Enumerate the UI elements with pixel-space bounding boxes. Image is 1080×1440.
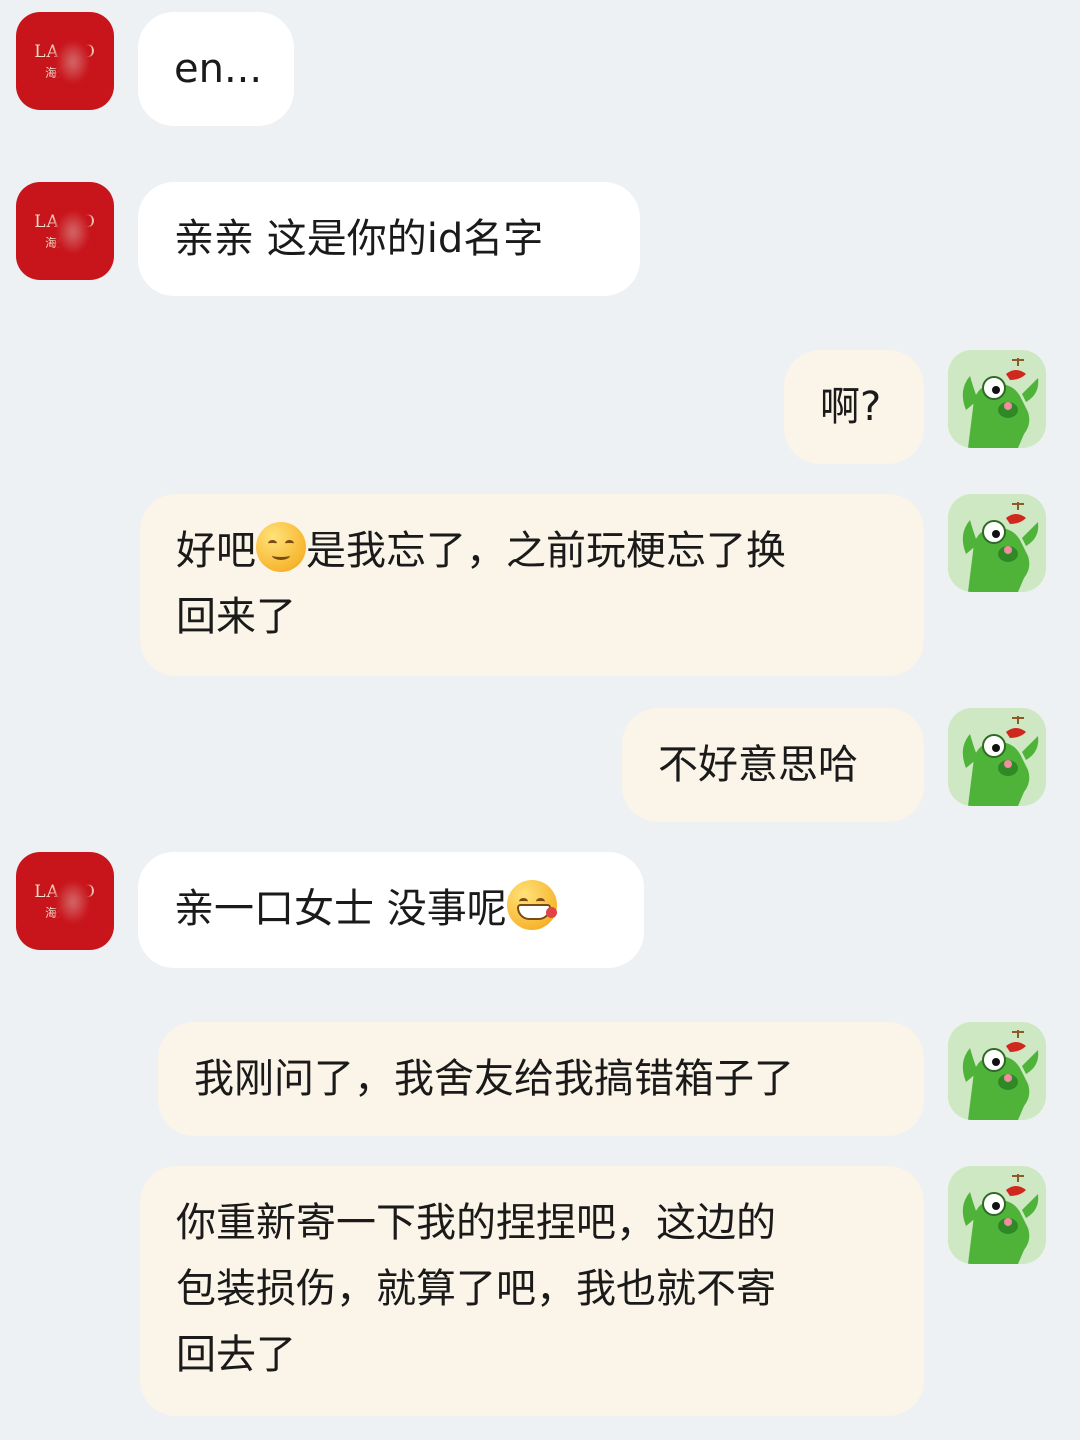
message-bubble-outgoing[interactable]: 你重新寄一下我的捏捏吧，这边的 包装损伤，就算了吧，我也就不寄 回去了 (140, 1166, 924, 1416)
message-bubble-incoming[interactable]: en... (138, 12, 294, 126)
blurred-region (56, 880, 90, 924)
cactus-sticker-icon (948, 494, 1046, 592)
disappointed-face-emoji (256, 522, 306, 572)
user-avatar[interactable] (948, 1022, 1046, 1120)
store-avatar[interactable]: LA DO 海外 店 (16, 852, 114, 950)
message-bubble-outgoing[interactable]: 好吧 是我忘了，之前玩梗忘了换 回来了 (140, 494, 924, 676)
message-line: 好吧 是我忘了，之前玩梗忘了换 (176, 518, 888, 584)
message-line: 你重新寄一下我的捏捏吧，这边的 (176, 1200, 776, 1246)
message-text: 我刚问了，我舍友给我搞错箱子了 (194, 1056, 794, 1102)
cactus-sticker-icon (948, 1022, 1046, 1120)
message-bubble-outgoing[interactable]: 啊? (784, 350, 924, 464)
message-bubble-incoming[interactable]: 亲亲 这是你的id名字 (138, 182, 640, 296)
message-text: 亲亲 这是你的id名字 (174, 216, 544, 262)
cactus-sticker-icon (948, 1166, 1046, 1264)
message-text: en... (174, 46, 263, 92)
message-text: 亲一口女士 没事呢 (174, 886, 507, 932)
cactus-sticker-icon (948, 708, 1046, 806)
message-text: 啊? (820, 384, 882, 430)
store-avatar[interactable]: LA DO 海外 店 (16, 182, 114, 280)
grinning-squint-face-emoji (506, 880, 557, 930)
blurred-region (56, 210, 90, 254)
user-avatar[interactable] (948, 708, 1046, 806)
message-line: 回去了 (176, 1332, 296, 1378)
message-line: 回来了 (176, 584, 888, 650)
cactus-sticker-icon (948, 350, 1046, 448)
message-text: 好吧 (176, 528, 256, 574)
blurred-region (56, 40, 90, 84)
message-text: 回来了 (176, 594, 296, 640)
user-avatar[interactable] (948, 494, 1046, 592)
message-text: 不好意思哈 (658, 742, 858, 788)
message-bubble-outgoing[interactable]: 我刚问了，我舍友给我搞错箱子了 (158, 1022, 924, 1136)
store-avatar[interactable]: LA DO 海外 店 (16, 12, 114, 110)
user-avatar[interactable] (948, 350, 1046, 448)
message-bubble-outgoing[interactable]: 不好意思哈 (622, 708, 924, 822)
message-line: 包装损伤，就算了吧，我也就不寄 (176, 1266, 776, 1312)
message-bubble-incoming[interactable]: 亲一口女士 没事呢 (138, 852, 644, 968)
message-text: 是我忘了，之前玩梗忘了换 (306, 528, 786, 574)
user-avatar[interactable] (948, 1166, 1046, 1264)
